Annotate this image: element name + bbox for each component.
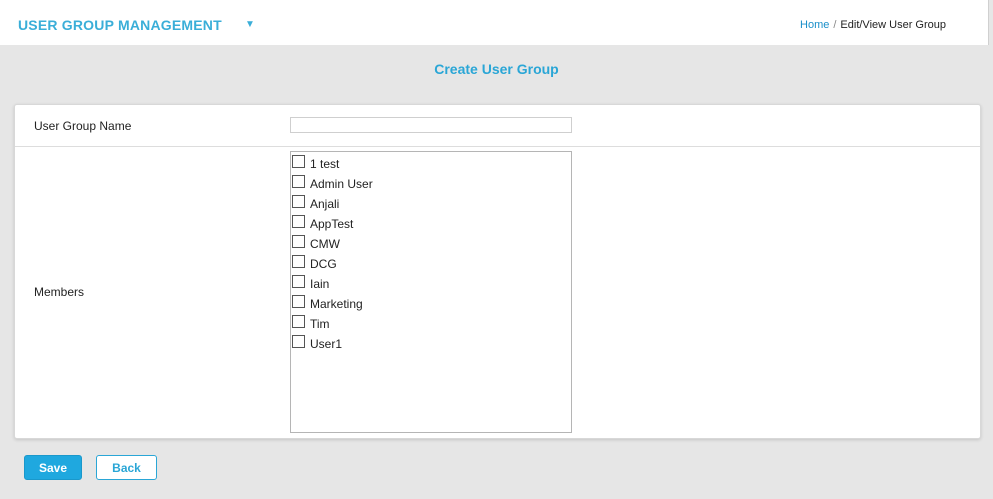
member-checkbox[interactable] [292, 155, 305, 168]
top-header-bar: USER GROUP MANAGEMENT ▼ Home / Edit/View U… [0, 0, 989, 45]
member-checkbox[interactable] [292, 315, 305, 328]
member-name: User1 [310, 337, 343, 351]
member-checkbox[interactable] [292, 295, 305, 308]
member-name: CMW [310, 237, 340, 251]
member-item[interactable]: 1 test [291, 154, 561, 174]
member-checkbox[interactable] [292, 275, 305, 288]
member-name: AppTest [310, 217, 354, 231]
member-item[interactable]: Marketing [291, 294, 561, 314]
member-item[interactable]: Admin User [291, 174, 561, 194]
member-item[interactable]: DCG [291, 254, 561, 274]
member-item[interactable]: Iain [291, 274, 561, 294]
member-name: Iain [310, 277, 330, 291]
save-button[interactable]: Save [24, 455, 82, 480]
member-checkbox[interactable] [292, 215, 305, 228]
member-checkbox[interactable] [292, 175, 305, 188]
group-name-row: User Group Name [15, 105, 980, 147]
breadcrumb-home-link[interactable]: Home [800, 19, 829, 31]
group-name-input[interactable] [290, 117, 572, 133]
member-name: DCG [310, 257, 337, 271]
members-list[interactable]: 1 test Admin User Anjali AppTest CMW DCG… [290, 151, 572, 433]
member-item[interactable]: User1 [291, 334, 561, 354]
member-checkbox[interactable] [292, 235, 305, 248]
page-heading: Create User Group [434, 61, 559, 77]
members-label: Members [34, 285, 85, 299]
group-name-label: User Group Name [34, 119, 132, 133]
member-item[interactable]: Anjali [291, 194, 561, 214]
member-item[interactable]: CMW [291, 234, 561, 254]
app-title: USER GROUP MANAGEMENT [18, 17, 222, 33]
back-button[interactable]: Back [96, 455, 157, 480]
breadcrumb: Home / Edit/View User Group [800, 19, 946, 31]
breadcrumb-separator: / [833, 19, 837, 31]
member-item[interactable]: AppTest [291, 214, 561, 234]
user-group-form: User Group Name Members 1 test Admin Use… [14, 104, 981, 439]
member-checkbox[interactable] [292, 195, 305, 208]
member-name: Tim [310, 317, 330, 331]
member-name: Anjali [310, 197, 340, 211]
member-name: Marketing [310, 297, 363, 311]
member-name: 1 test [310, 157, 340, 171]
member-checkbox[interactable] [292, 255, 305, 268]
member-name: Admin User [310, 177, 373, 191]
breadcrumb-current: Edit/View User Group [840, 19, 946, 31]
member-item[interactable]: Tim [291, 314, 561, 334]
caret-down-icon[interactable]: ▼ [245, 19, 255, 30]
member-checkbox[interactable] [292, 335, 305, 348]
